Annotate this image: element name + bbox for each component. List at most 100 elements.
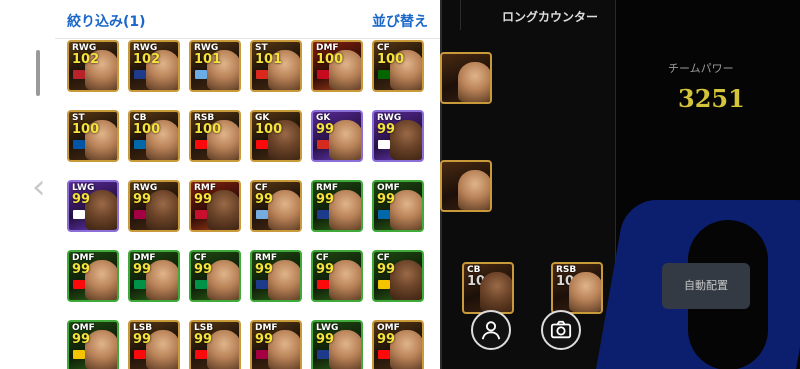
field-player-card[interactable] xyxy=(440,52,492,104)
player-portrait xyxy=(480,272,512,312)
player-card[interactable]: DMF 99 xyxy=(128,250,180,302)
player-card[interactable]: GK 99 xyxy=(311,110,363,162)
club-flag-icon xyxy=(256,140,268,149)
player-rating: 99 xyxy=(377,262,396,277)
app-screen: ‹ 絞り込み(1) 並び替え RWG 102 RWG 102 RWG 101 ST 101 DM… xyxy=(0,0,800,369)
player-card[interactable]: RMF 99 xyxy=(250,250,302,302)
player-rating: 99 xyxy=(133,192,152,207)
player-card[interactable]: DMF 100 xyxy=(311,40,363,92)
player-card[interactable]: LSB 99 xyxy=(128,320,180,369)
club-flag-icon xyxy=(134,210,146,219)
field-player-card[interactable]: RSB 103 xyxy=(551,262,603,314)
club-flag-icon xyxy=(195,70,207,79)
player-rating: 102 xyxy=(72,52,100,67)
player-card[interactable]: ST 101 xyxy=(250,40,302,92)
player-rating: 102 xyxy=(133,52,161,67)
auto-arrange-button[interactable]: 自動配置 xyxy=(662,263,750,309)
player-portrait xyxy=(569,272,601,312)
player-card[interactable]: RMF 99 xyxy=(311,180,363,232)
skill-dots-icon xyxy=(396,82,420,88)
skill-dots-icon xyxy=(213,292,237,298)
field-player-card[interactable]: CB 104 xyxy=(462,262,514,314)
skill-dots-icon xyxy=(213,362,237,368)
club-flag-icon xyxy=(134,140,146,149)
player-card[interactable]: LWG 99 xyxy=(311,320,363,369)
club-flag-icon xyxy=(256,350,268,359)
player-card[interactable]: DMF 99 xyxy=(67,250,119,302)
player-card[interactable]: RWG 102 xyxy=(128,40,180,92)
club-flag-icon xyxy=(256,210,268,219)
skill-dots-icon xyxy=(152,292,176,298)
player-card[interactable]: RMF 99 xyxy=(189,180,241,232)
skill-dots-icon xyxy=(274,362,298,368)
player-card[interactable]: RWG 99 xyxy=(372,110,424,162)
team-power-label: チームパワー xyxy=(668,62,734,75)
skill-dots-icon xyxy=(152,152,176,158)
player-card[interactable]: OMF 99 xyxy=(372,320,424,369)
player-rating: 99 xyxy=(72,262,91,277)
skill-dots-icon xyxy=(213,82,237,88)
player-rating: 101 xyxy=(194,52,222,67)
club-flag-icon xyxy=(73,70,85,79)
player-card[interactable]: CF 99 xyxy=(250,180,302,232)
panel-header: 絞り込み(1) 並び替え xyxy=(55,0,440,39)
club-flag-icon xyxy=(378,70,390,79)
club-flag-icon xyxy=(378,210,390,219)
club-flag-icon xyxy=(378,140,390,149)
player-rating: 99 xyxy=(72,332,91,347)
club-flag-icon xyxy=(195,210,207,219)
player-rating: 100 xyxy=(133,122,161,137)
player-rating: 100 xyxy=(377,52,405,67)
player-rating: 100 xyxy=(316,52,344,67)
player-rating: 99 xyxy=(194,192,213,207)
player-card[interactable]: ST 100 xyxy=(67,110,119,162)
player-rating: 100 xyxy=(72,122,100,137)
player-card[interactable]: OMF 99 xyxy=(372,180,424,232)
skill-dots-icon xyxy=(335,82,359,88)
skill-dots-icon xyxy=(396,292,420,298)
screenshot-button[interactable] xyxy=(541,310,581,350)
club-flag-icon xyxy=(134,350,146,359)
player-card[interactable]: GK 100 xyxy=(250,110,302,162)
chevron-left-icon[interactable]: ‹ xyxy=(32,170,46,204)
skill-dots-icon xyxy=(91,362,115,368)
scrollbar-thumb[interactable] xyxy=(36,50,40,96)
club-flag-icon xyxy=(195,140,207,149)
skill-dots-icon xyxy=(213,152,237,158)
skill-dots-icon xyxy=(91,152,115,158)
player-card[interactable]: CF 99 xyxy=(311,250,363,302)
skill-dots-icon xyxy=(274,292,298,298)
player-card[interactable]: CB 100 xyxy=(128,110,180,162)
player-card[interactable]: DMF 99 xyxy=(250,320,302,369)
club-flag-icon xyxy=(378,350,390,359)
club-flag-icon xyxy=(73,140,85,149)
sort-button[interactable]: 並び替え xyxy=(372,11,428,31)
filter-button[interactable]: 絞り込み(1) xyxy=(67,11,146,31)
player-rating: 99 xyxy=(377,122,396,137)
club-flag-icon xyxy=(73,210,85,219)
player-card[interactable]: RWG 102 xyxy=(67,40,119,92)
player-card[interactable]: OMF 99 xyxy=(67,320,119,369)
player-card[interactable]: RSB 100 xyxy=(189,110,241,162)
player-rating: 99 xyxy=(316,192,335,207)
player-details-button[interactable] xyxy=(471,310,511,350)
skill-dots-icon xyxy=(213,222,237,228)
player-card[interactable]: LSB 99 xyxy=(189,320,241,369)
player-rating: 99 xyxy=(133,332,152,347)
player-card[interactable]: CF 100 xyxy=(372,40,424,92)
player-rating: 99 xyxy=(255,332,274,347)
club-flag-icon xyxy=(317,70,329,79)
player-rating: 99 xyxy=(316,262,335,277)
player-card[interactable]: RWG 99 xyxy=(128,180,180,232)
skill-dots-icon xyxy=(335,292,359,298)
player-rating: 99 xyxy=(316,332,335,347)
player-rating: 99 xyxy=(255,262,274,277)
skill-dots-icon xyxy=(396,362,420,368)
player-card[interactable]: CF 99 xyxy=(372,250,424,302)
player-card[interactable]: CF 99 xyxy=(189,250,241,302)
club-flag-icon xyxy=(317,350,329,359)
skill-dots-icon xyxy=(396,222,420,228)
player-card[interactable]: RWG 101 xyxy=(189,40,241,92)
field-player-card[interactable] xyxy=(440,160,492,212)
player-card[interactable]: LWG 99 xyxy=(67,180,119,232)
